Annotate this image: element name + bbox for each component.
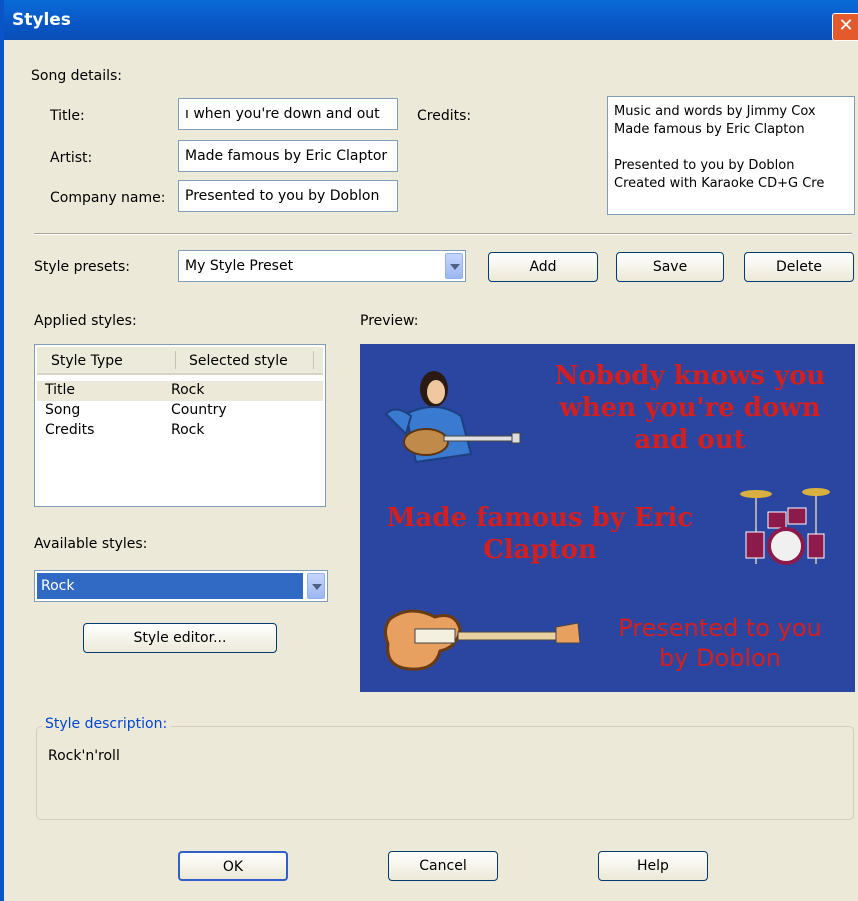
window-title: Styles <box>12 10 71 30</box>
row-type: Title <box>45 382 76 398</box>
list-item[interactable]: Song Country <box>37 401 323 421</box>
company-label: Company name: <box>50 190 166 206</box>
styles-dialog: Styles ✕ Song details: Title: ı when you… <box>0 0 858 901</box>
preview-title-value: Nobody knows you when you're down and ou… <box>554 361 826 455</box>
column-divider <box>313 351 314 369</box>
credits-label: Credits: <box>417 108 472 124</box>
list-item[interactable]: Credits Rock <box>37 421 323 441</box>
available-styles-value: Rock <box>41 578 75 594</box>
style-presets-combo[interactable]: My Style Preset <box>178 250 466 282</box>
preview-company-value: Presented to you by Doblon <box>618 614 822 672</box>
credits-textarea[interactable]: Music and words by Jimmy Cox Made famous… <box>607 96 855 215</box>
row-type: Song <box>45 402 81 418</box>
available-styles-label: Available styles: <box>34 536 148 552</box>
preview-title-text: Nobody knows you when you're down and ou… <box>530 360 850 456</box>
close-icon[interactable]: ✕ <box>832 13 858 41</box>
preview-company-text: Presented to you by Doblon <box>585 613 855 673</box>
preview-canvas: Nobody knows you when you're down and ou… <box>360 344 855 692</box>
selection-highlight <box>37 573 303 599</box>
style-description-text: Rock'n'roll <box>48 748 120 764</box>
style-presets-value: My Style Preset <box>185 258 294 274</box>
help-button[interactable]: Help <box>598 851 708 881</box>
artist-label: Artist: <box>50 150 93 166</box>
column-selected-style[interactable]: Selected style <box>189 353 288 369</box>
guitarist-image <box>384 371 521 464</box>
style-description-group <box>36 726 854 820</box>
column-divider <box>175 351 176 369</box>
save-button[interactable]: Save <box>616 252 724 282</box>
drums-image <box>740 488 830 565</box>
applied-styles-list[interactable]: Style Type Selected style Title Rock Son… <box>34 344 326 507</box>
artist-input[interactable]: Made famous by Eric Claptor <box>178 140 398 172</box>
style-editor-button[interactable]: Style editor... <box>83 623 277 653</box>
preview-artist-value: Made famous by Eric Clapton <box>386 503 694 565</box>
preview-label: Preview: <box>360 313 419 329</box>
chevron-down-icon[interactable] <box>307 573 325 599</box>
ok-button[interactable]: OK <box>178 851 288 881</box>
song-details-heading: Song details: <box>31 68 123 84</box>
row-style: Rock <box>171 422 205 438</box>
row-style: Country <box>171 402 227 418</box>
title-bar[interactable]: Styles <box>4 0 858 40</box>
preview-artist-text: Made famous by Eric Clapton <box>380 502 700 566</box>
title-input[interactable]: ı when you're down and out <box>178 98 398 130</box>
add-button[interactable]: Add <box>488 252 598 282</box>
row-type: Credits <box>45 422 95 438</box>
chevron-down-icon[interactable] <box>445 253 463 279</box>
available-styles-combo[interactable]: Rock <box>34 570 328 602</box>
delete-button[interactable]: Delete <box>744 252 854 282</box>
cancel-button[interactable]: Cancel <box>388 851 498 881</box>
separator <box>34 233 852 235</box>
style-presets-label: Style presets: <box>34 259 130 275</box>
title-label: Title: <box>50 108 85 124</box>
guitar-image <box>383 609 581 671</box>
list-item[interactable]: Title Rock <box>37 381 323 401</box>
list-header: Style Type Selected style <box>37 347 323 375</box>
applied-styles-label: Applied styles: <box>34 313 137 329</box>
row-style: Rock <box>171 382 205 398</box>
column-style-type[interactable]: Style Type <box>51 353 123 369</box>
style-description-label: Style description: <box>42 716 171 732</box>
company-input[interactable]: Presented to you by Doblon <box>178 180 398 212</box>
